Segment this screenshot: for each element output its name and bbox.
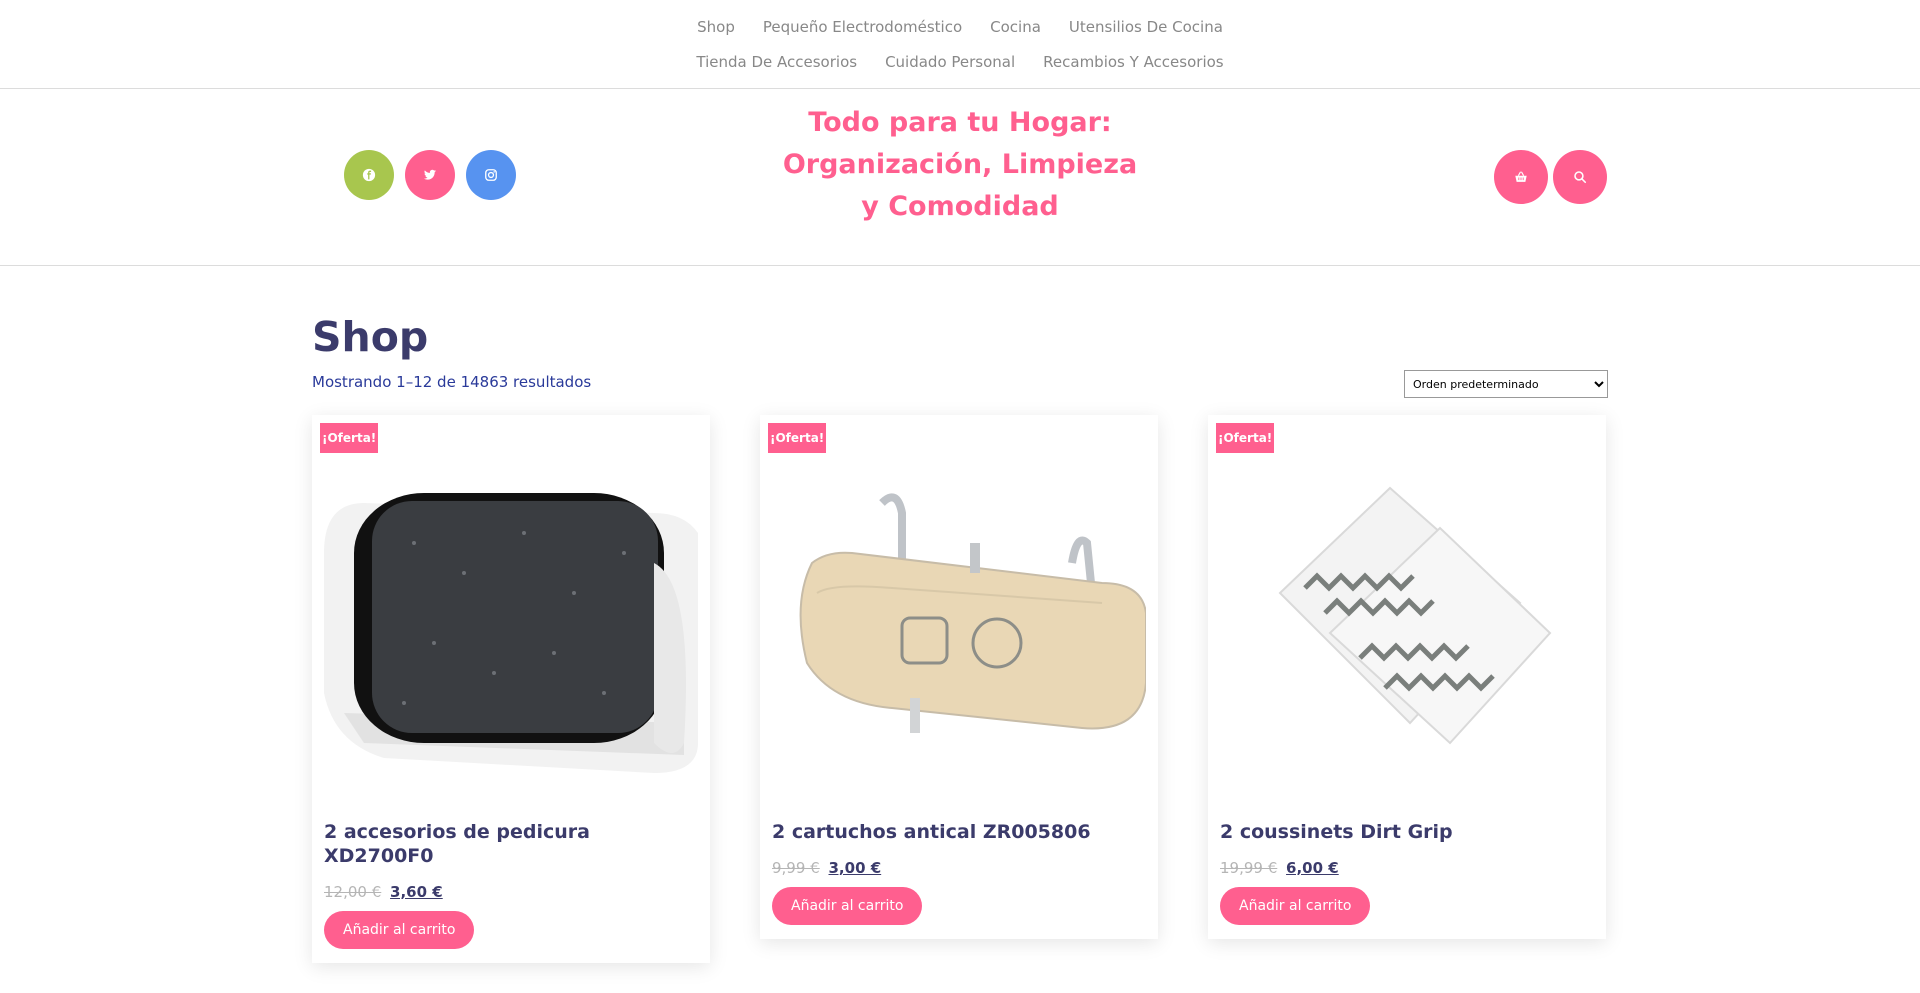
instagram-icon xyxy=(485,169,497,181)
nav-link-pequeno-electrodomestico[interactable]: Pequeño Electrodoméstico xyxy=(763,17,962,52)
nav-row-1: Shop Pequeño Electrodoméstico Cocina Ute… xyxy=(697,17,1223,52)
search-icon xyxy=(1574,171,1587,184)
add-to-cart-button[interactable]: Añadir al carrito xyxy=(324,911,475,949)
nav-link-utensilios-de-cocina[interactable]: Utensilios De Cocina xyxy=(1069,17,1223,52)
site-title[interactable]: Todo para tu Hogar: Organización, Limpie… xyxy=(750,102,1170,228)
nav-link-shop[interactable]: Shop xyxy=(697,17,735,52)
pedicure-roller-image xyxy=(324,493,698,773)
product-title[interactable]: 2 cartuchos antical ZR005806 xyxy=(772,820,1142,844)
site-header: Todo para tu Hogar: Organización, Limpie… xyxy=(0,89,1920,266)
top-navigation: Shop Pequeño Electrodoméstico Cocina Ute… xyxy=(0,0,1920,89)
sale-price: 3,00 € xyxy=(828,859,882,877)
dirt-grip-pads-image xyxy=(1278,486,1552,745)
twitter-link[interactable] xyxy=(405,150,455,200)
product-title[interactable]: 2 accesorios de pedicura XD2700F0 xyxy=(324,820,694,868)
twitter-icon xyxy=(423,169,437,180)
facebook-icon xyxy=(362,168,376,182)
old-price: 12,00 € xyxy=(324,883,382,901)
product-image[interactable] xyxy=(324,443,698,785)
sale-price: 6,00 € xyxy=(1286,859,1339,877)
result-count: Mostrando 1–12 de 14863 resultados xyxy=(312,373,592,391)
anti-limescale-cartridge-image xyxy=(799,493,1146,733)
site-title-line-2: Organización, Limpieza xyxy=(782,149,1138,180)
product-card[interactable]: ¡Oferta! 2 cartuchos antical ZR005806 9,… xyxy=(760,415,1158,939)
sale-price: 3,60 € xyxy=(390,883,443,901)
social-links xyxy=(344,150,516,200)
nav-link-tienda-de-accesorios[interactable]: Tienda De Accesorios xyxy=(696,52,857,87)
search-button[interactable] xyxy=(1553,150,1607,204)
product-card[interactable]: ¡Oferta! 2 accesorios de pedicura XD2700… xyxy=(312,415,710,963)
add-to-cart-button[interactable]: Añadir al carrito xyxy=(1220,887,1371,925)
cart-button[interactable] xyxy=(1494,150,1548,204)
site-title-line-1: Todo para tu Hogar: xyxy=(808,107,1112,138)
product-image[interactable] xyxy=(772,443,1146,785)
product-title[interactable]: 2 coussinets Dirt Grip xyxy=(1220,820,1590,844)
facebook-link[interactable] xyxy=(344,150,394,200)
nav-row-2: Tienda De Accesorios Cuidado Personal Re… xyxy=(696,52,1223,87)
site-title-line-3: y Comodidad xyxy=(861,191,1059,222)
product-image[interactable] xyxy=(1220,443,1594,785)
page-title: Shop xyxy=(312,313,429,361)
product-price: 9,99 € 3,00 € xyxy=(772,859,881,877)
cart-icon xyxy=(1515,171,1527,182)
product-price: 19,99 € 6,00 € xyxy=(1220,859,1339,877)
nav-link-cocina[interactable]: Cocina xyxy=(990,17,1041,52)
instagram-link[interactable] xyxy=(466,150,516,200)
nav-link-cuidado-personal[interactable]: Cuidado Personal xyxy=(885,52,1015,87)
add-to-cart-button[interactable]: Añadir al carrito xyxy=(772,887,923,925)
nav-link-recambios-y-accesorios[interactable]: Recambios Y Accesorios xyxy=(1043,52,1223,87)
product-card[interactable]: ¡Oferta! 2 coussinets Dirt Grip 19,99 € … xyxy=(1208,415,1606,939)
product-price: 12,00 € 3,60 € xyxy=(324,883,443,901)
old-price: 9,99 € xyxy=(772,859,820,877)
old-price: 19,99 € xyxy=(1220,859,1278,877)
ordering-select[interactable]: Orden predeterminado xyxy=(1404,370,1608,398)
header-actions xyxy=(1494,150,1607,204)
